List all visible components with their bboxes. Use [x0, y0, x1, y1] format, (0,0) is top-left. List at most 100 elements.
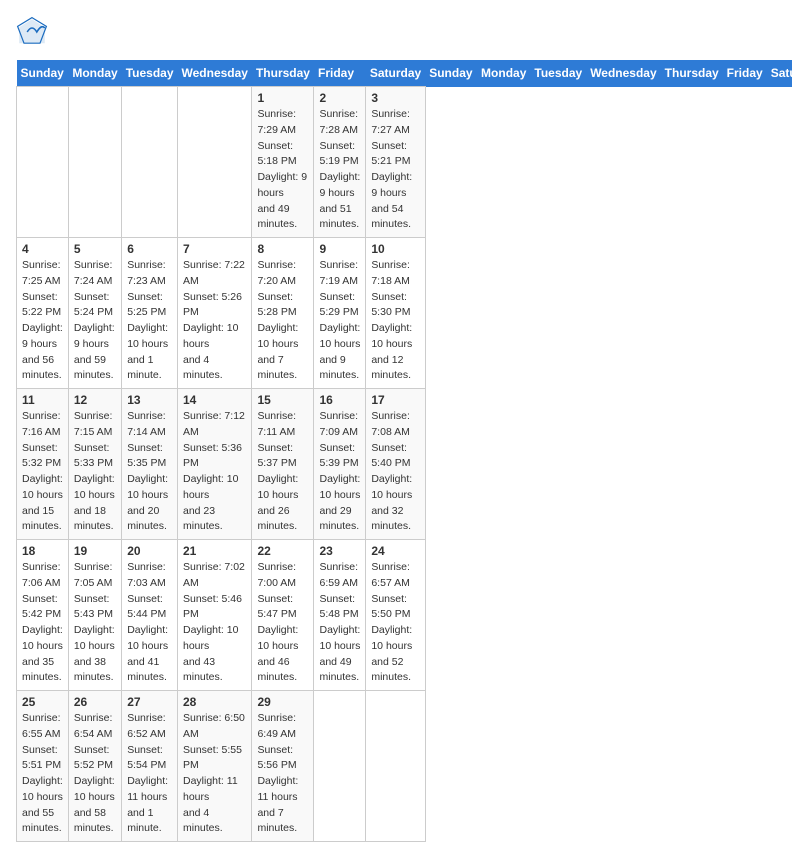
day-header-tuesday: Tuesday — [122, 60, 178, 87]
day-info: Sunrise: 7:03 AMSunset: 5:44 PMDaylight:… — [127, 560, 172, 686]
col-header-tuesday: Tuesday — [530, 60, 586, 87]
calendar-cell: 3 Sunrise: 7:27 AMSunset: 5:21 PMDaylight… — [366, 87, 425, 238]
calendar-cell: 25 Sunrise: 6:55 AMSunset: 5:51 PMDayligh… — [17, 691, 69, 842]
calendar-week-1: 1 Sunrise: 7:29 AMSunset: 5:18 PMDaylight… — [17, 87, 792, 238]
day-info: Sunrise: 7:27 AMSunset: 5:21 PMDaylight:… — [371, 107, 419, 233]
day-number: 3 — [371, 91, 419, 105]
logo-icon — [16, 16, 48, 48]
day-info: Sunrise: 7:09 AMSunset: 5:39 PMDaylight:… — [319, 409, 360, 535]
day-info: Sunrise: 7:15 AMSunset: 5:33 PMDaylight:… — [74, 409, 116, 535]
day-number: 23 — [319, 544, 360, 558]
day-info: Sunrise: 7:14 AMSunset: 5:35 PMDaylight:… — [127, 409, 172, 535]
calendar-cell — [17, 87, 69, 238]
calendar-cell: 6Sunrise: 7:23 AMSunset: 5:25 PMDaylight… — [122, 238, 178, 389]
calendar-cell: 29 Sunrise: 6:49 AMSunset: 5:56 PMDayligh… — [252, 691, 314, 842]
day-number: 1 — [257, 91, 308, 105]
day-number: 27 — [127, 695, 172, 709]
day-header-saturday: Saturday — [366, 60, 425, 87]
col-header-sunday: Sunday — [425, 60, 477, 87]
day-info: Sunrise: 7:05 AMSunset: 5:43 PMDaylight:… — [74, 560, 116, 686]
calendar-cell: 20 Sunrise: 7:03 AMSunset: 5:44 PMDayligh… — [122, 540, 178, 691]
calendar-cell: 17 Sunrise: 7:08 AMSunset: 5:40 PMDayligh… — [366, 389, 425, 540]
day-info: Sunrise: 7:20 AMSunset: 5:28 PMDaylight:… — [257, 258, 308, 384]
calendar-week-4: 18 Sunrise: 7:06 AMSunset: 5:42 PMDayligh… — [17, 540, 792, 691]
day-number: 18 — [22, 544, 63, 558]
day-info: Sunrise: 6:49 AMSunset: 5:56 PMDaylight:… — [257, 711, 308, 837]
calendar-cell — [314, 691, 366, 842]
day-info: Sunrise: 7:24 AMSunset: 5:24 PMDaylight:… — [74, 258, 116, 384]
calendar-cell: 2Sunrise: 7:28 AMSunset: 5:19 PMDaylight… — [314, 87, 366, 238]
logo — [16, 16, 52, 48]
calendar-cell: 16 Sunrise: 7:09 AMSunset: 5:39 PMDayligh… — [314, 389, 366, 540]
calendar-cell: 15 Sunrise: 7:11 AMSunset: 5:37 PMDayligh… — [252, 389, 314, 540]
calendar-cell: 4Sunrise: 7:25 AMSunset: 5:22 PMDaylight… — [17, 238, 69, 389]
calendar-cell: 19 Sunrise: 7:05 AMSunset: 5:43 PMDayligh… — [68, 540, 121, 691]
calendar-cell: 5 Sunrise: 7:24 AMSunset: 5:24 PMDaylight… — [68, 238, 121, 389]
col-header-thursday: Thursday — [661, 60, 723, 87]
day-number: 2 — [319, 91, 360, 105]
day-number: 19 — [74, 544, 116, 558]
day-number: 7 — [183, 242, 246, 256]
calendar-cell: 8 Sunrise: 7:20 AMSunset: 5:28 PMDaylight… — [252, 238, 314, 389]
day-number: 14 — [183, 393, 246, 407]
day-number: 29 — [257, 695, 308, 709]
col-header-saturday: Saturday — [767, 60, 792, 87]
day-header-sunday: Sunday — [17, 60, 69, 87]
day-info: Sunrise: 7:19 AMSunset: 5:29 PMDaylight:… — [319, 258, 360, 384]
day-number: 12 — [74, 393, 116, 407]
col-header-wednesday: Wednesday — [586, 60, 660, 87]
calendar-cell — [366, 691, 425, 842]
col-header-friday: Friday — [723, 60, 767, 87]
page-header — [16, 16, 776, 48]
day-number: 21 — [183, 544, 246, 558]
day-header-monday: Monday — [68, 60, 121, 87]
day-number: 8 — [257, 242, 308, 256]
day-info: Sunrise: 6:52 AMSunset: 5:54 PMDaylight:… — [127, 711, 172, 837]
calendar-cell: 7 Sunrise: 7:22 AMSunset: 5:26 PMDaylight… — [178, 238, 252, 389]
day-number: 15 — [257, 393, 308, 407]
day-number: 4 — [22, 242, 63, 256]
day-info: Sunrise: 6:57 AMSunset: 5:50 PMDaylight:… — [371, 560, 419, 686]
day-info: Sunrise: 7:12 AMSunset: 5:36 PMDaylight:… — [183, 409, 246, 535]
day-header-friday: Friday — [314, 60, 366, 87]
calendar-cell: 23 Sunrise: 6:59 AMSunset: 5:48 PMDayligh… — [314, 540, 366, 691]
calendar-table: SundayMondayTuesdayWednesdayThursdayFrid… — [16, 60, 792, 842]
calendar-cell: 12 Sunrise: 7:15 AMSunset: 5:33 PMDayligh… — [68, 389, 121, 540]
day-info: Sunrise: 7:18 AMSunset: 5:30 PMDaylight:… — [371, 258, 419, 384]
day-info: Sunrise: 7:29 AMSunset: 5:18 PMDaylight:… — [257, 107, 308, 233]
calendar-cell — [178, 87, 252, 238]
day-number: 5 — [74, 242, 116, 256]
day-header-wednesday: Wednesday — [178, 60, 252, 87]
day-info: Sunrise: 7:11 AMSunset: 5:37 PMDaylight:… — [257, 409, 308, 535]
day-info: Sunrise: 6:50 AMSunset: 5:55 PMDaylight:… — [183, 711, 246, 837]
day-number: 20 — [127, 544, 172, 558]
calendar-cell: 22Sunrise: 7:00 AMSunset: 5:47 PMDayligh… — [252, 540, 314, 691]
day-number: 24 — [371, 544, 419, 558]
day-info: Sunrise: 7:16 AMSunset: 5:32 PMDaylight:… — [22, 409, 63, 535]
day-number: 22 — [257, 544, 308, 558]
calendar-cell: 14 Sunrise: 7:12 AMSunset: 5:36 PMDayligh… — [178, 389, 252, 540]
calendar-cell: 11Sunrise: 7:16 AMSunset: 5:32 PMDayligh… — [17, 389, 69, 540]
calendar-cell: 21Sunrise: 7:02 AMSunset: 5:46 PMDayligh… — [178, 540, 252, 691]
day-number: 9 — [319, 242, 360, 256]
day-info: Sunrise: 6:55 AMSunset: 5:51 PMDaylight:… — [22, 711, 63, 837]
day-info: Sunrise: 6:59 AMSunset: 5:48 PMDaylight:… — [319, 560, 360, 686]
calendar-cell — [122, 87, 178, 238]
day-number: 17 — [371, 393, 419, 407]
calendar-cell — [68, 87, 121, 238]
calendar-cell: 9 Sunrise: 7:19 AMSunset: 5:29 PMDaylight… — [314, 238, 366, 389]
col-header-monday: Monday — [477, 60, 530, 87]
day-info: Sunrise: 7:06 AMSunset: 5:42 PMDaylight:… — [22, 560, 63, 686]
calendar-week-2: 4Sunrise: 7:25 AMSunset: 5:22 PMDaylight… — [17, 238, 792, 389]
calendar-cell: 1 Sunrise: 7:29 AMSunset: 5:18 PMDaylight… — [252, 87, 314, 238]
calendar-cell: 26Sunrise: 6:54 AMSunset: 5:52 PMDayligh… — [68, 691, 121, 842]
calendar-cell: 24 Sunrise: 6:57 AMSunset: 5:50 PMDayligh… — [366, 540, 425, 691]
day-header-thursday: Thursday — [252, 60, 314, 87]
day-info: Sunrise: 7:23 AMSunset: 5:25 PMDaylight:… — [127, 258, 172, 384]
day-number: 16 — [319, 393, 360, 407]
day-number: 13 — [127, 393, 172, 407]
day-number: 25 — [22, 695, 63, 709]
day-info: Sunrise: 7:22 AMSunset: 5:26 PMDaylight:… — [183, 258, 246, 384]
day-info: Sunrise: 7:08 AMSunset: 5:40 PMDaylight:… — [371, 409, 419, 535]
calendar-week-3: 11Sunrise: 7:16 AMSunset: 5:32 PMDayligh… — [17, 389, 792, 540]
